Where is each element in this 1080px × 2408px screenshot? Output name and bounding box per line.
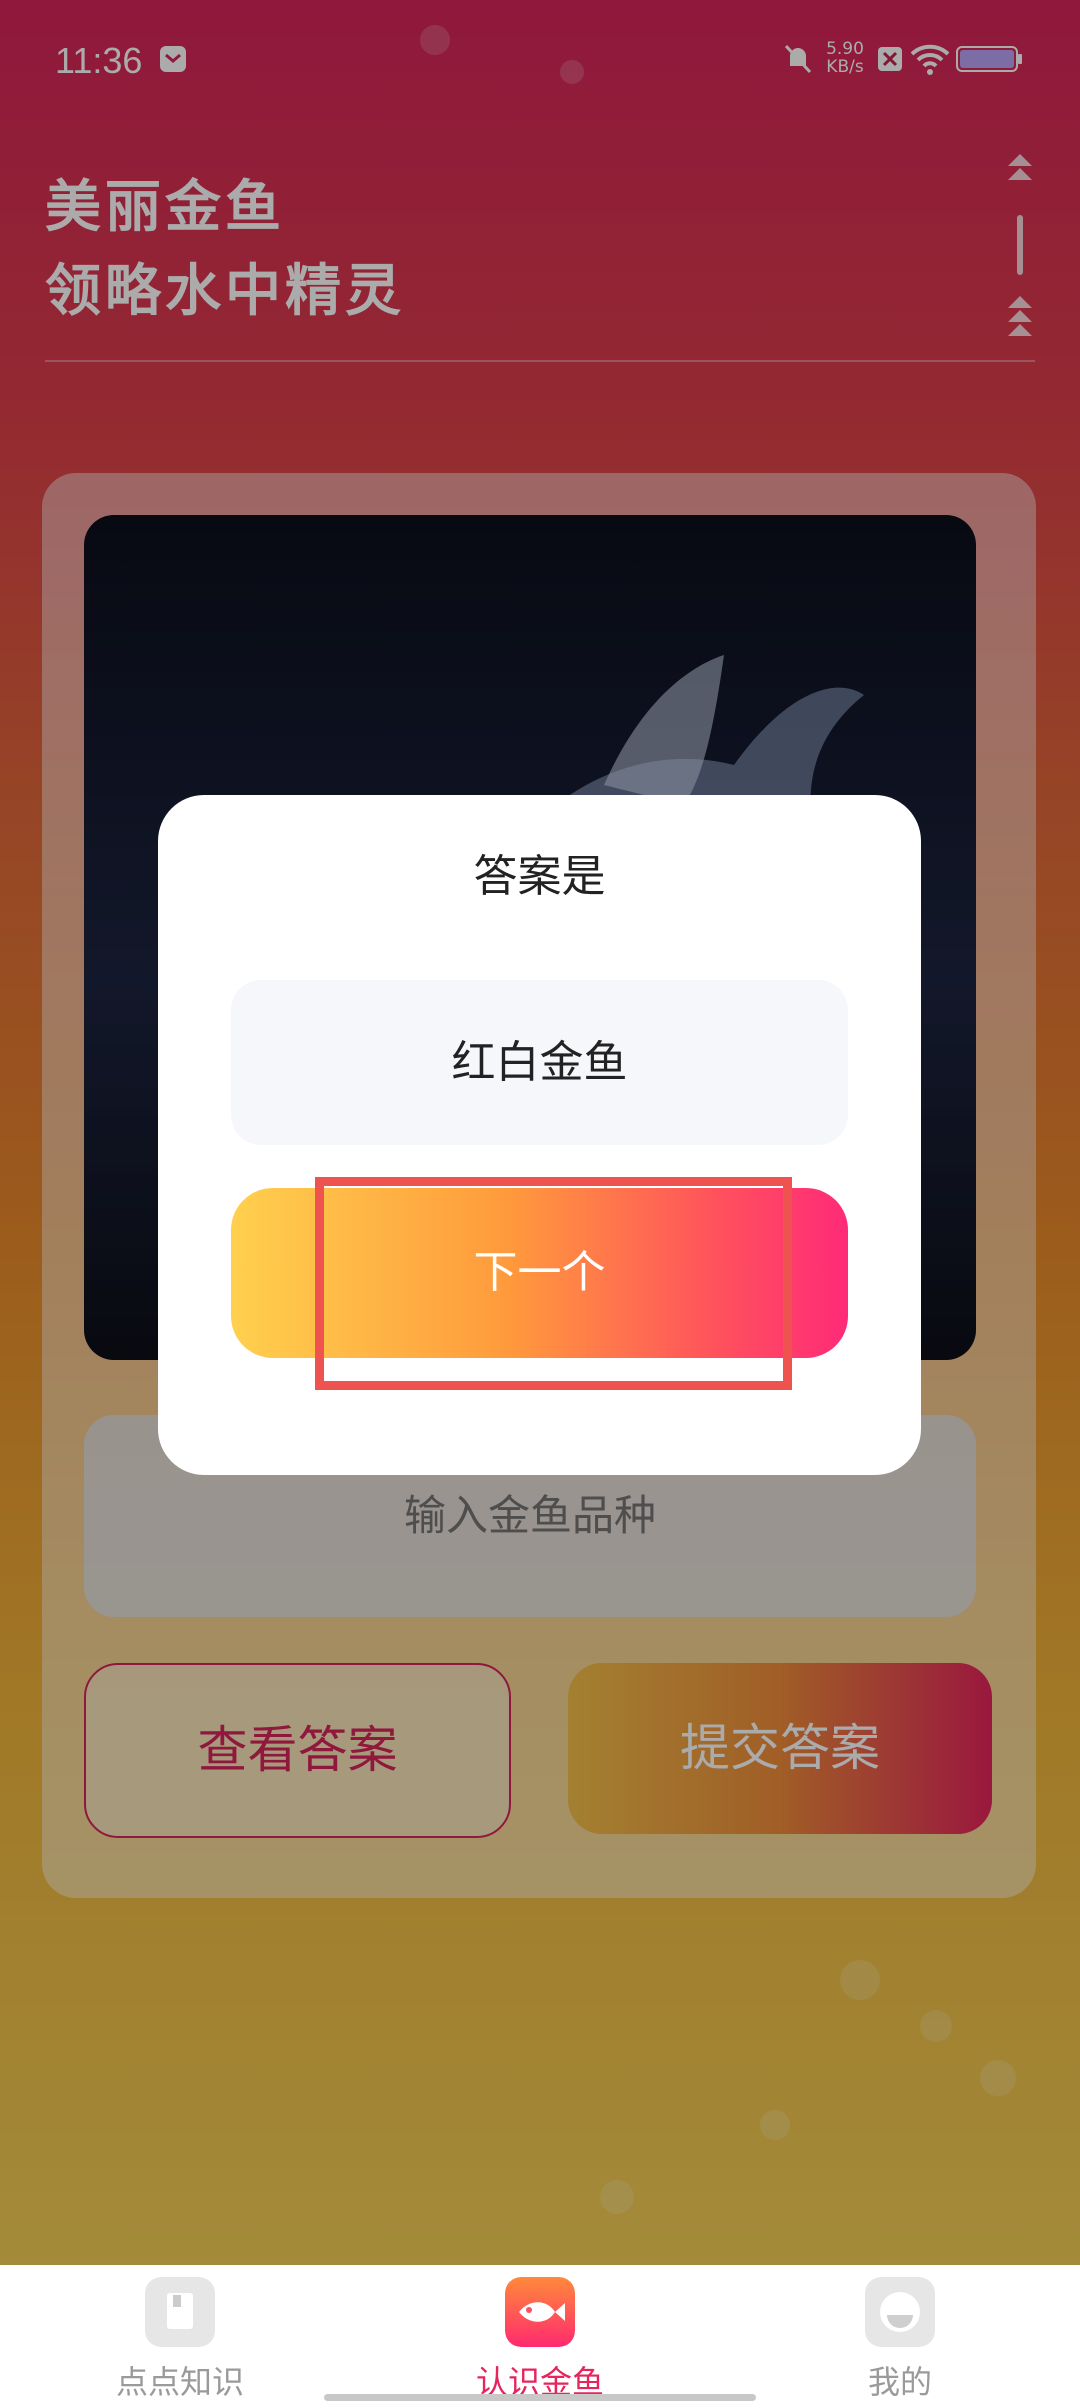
tab-goldfish[interactable]: 认识金鱼 xyxy=(420,2265,660,2408)
bottom-tab-bar: 点点知识 认识金鱼 我的 xyxy=(0,2265,1080,2408)
tab-profile[interactable]: 我的 xyxy=(780,2265,1020,2408)
home-indicator[interactable] xyxy=(324,2394,756,2401)
tab-label-knowledge: 点点知识 xyxy=(115,2363,244,2401)
book-icon xyxy=(145,2277,215,2347)
tab-knowledge[interactable]: 点点知识 xyxy=(60,2265,300,2408)
dialog-title: 答案是 xyxy=(473,851,606,902)
profile-icon xyxy=(865,2277,935,2347)
highlight-box xyxy=(315,1177,792,1390)
fish-icon xyxy=(505,2277,575,2347)
answer-text: 红白金鱼 xyxy=(231,980,848,1145)
tab-label-profile: 我的 xyxy=(867,2363,932,2401)
